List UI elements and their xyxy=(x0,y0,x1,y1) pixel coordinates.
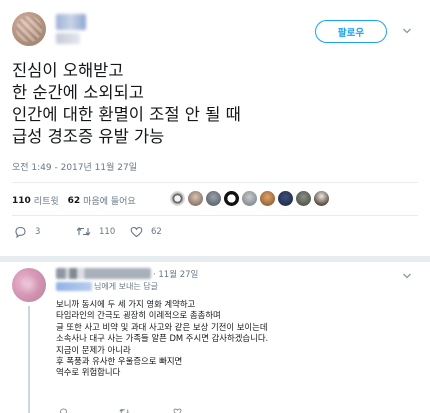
avatar[interactable] xyxy=(260,191,275,206)
retweet-count: 110 xyxy=(99,226,116,237)
retweet-icon xyxy=(76,227,91,236)
heart-icon[interactable] xyxy=(172,408,183,413)
handle-blurred[interactable] xyxy=(56,33,80,44)
divider xyxy=(12,215,418,216)
chevron-down-icon[interactable] xyxy=(402,271,412,281)
tweet-text: 진심이 오해받고 한 순간에 소외되고 인간에 대한 환멸이 조절 안 될 때 … xyxy=(12,60,412,148)
reply-line: 보니까 동시에 두 세 가지 영화 계약하고 xyxy=(56,299,196,309)
reply-line: 글 또한 사고 비약 및 과대 사고와 같은 보상 기전이 보이는데 xyxy=(56,321,268,332)
like-action[interactable]: 62 xyxy=(130,226,162,238)
reply-date[interactable]: · 11월 27일 xyxy=(153,268,198,280)
tweet-actions: 3 110 62 xyxy=(12,226,192,242)
liker-avatars xyxy=(170,191,332,206)
avatar[interactable] xyxy=(296,191,311,206)
main-tweet: 팔로우 진심이 오해받고 한 순간에 소외되고 인간에 대한 환멸이 조절 안 … xyxy=(0,0,430,256)
reply-icon xyxy=(15,226,26,238)
display-name-blurred[interactable] xyxy=(56,14,86,30)
likes-count[interactable]: 62 xyxy=(68,196,81,206)
reply-actions xyxy=(56,408,256,413)
retweets-label[interactable]: 리트윗 xyxy=(34,194,59,207)
tweet-line: 한 순간에 소외되고 xyxy=(12,83,144,102)
avatar[interactable] xyxy=(12,268,46,302)
heart-icon xyxy=(130,226,143,238)
reply-line: 타임라인의 간극도 굉장히 이례적으로 촘촘하며 xyxy=(56,310,221,321)
avatar[interactable] xyxy=(12,12,46,46)
tweet-line: 인간에 대한 환멸이 조절 안 될 때 xyxy=(12,105,241,124)
reply-count: 3 xyxy=(35,227,41,237)
avatar[interactable] xyxy=(278,191,293,206)
follow-button[interactable]: 팔로우 xyxy=(315,20,387,43)
avatar[interactable] xyxy=(314,191,329,206)
tweet-stats: 110 리트윗 62 마음에 들어요 xyxy=(12,194,136,208)
avatar[interactable] xyxy=(188,191,203,206)
reply-icon[interactable] xyxy=(58,408,69,413)
tweet-timestamp[interactable]: 오전 1:49 - 2017년 11월 27일 xyxy=(12,160,137,173)
replying-to: 님에게 보내는 답글 xyxy=(56,281,158,292)
retweet-icon[interactable] xyxy=(118,408,131,413)
replied-handle-blurred[interactable] xyxy=(56,282,92,291)
like-count: 62 xyxy=(151,227,162,237)
divider xyxy=(12,182,418,183)
tweet-line: 진심이 오해받고 xyxy=(12,61,124,80)
avatar[interactable] xyxy=(242,191,257,206)
avatar[interactable] xyxy=(170,191,185,206)
tweet-line: 급성 경조증 유발 가능 xyxy=(12,127,165,146)
avatar[interactable] xyxy=(224,191,239,206)
thread-line xyxy=(28,306,30,413)
display-name-blurred[interactable] xyxy=(56,268,151,279)
reply-line: 지금이 문제가 아니라 xyxy=(56,344,131,355)
avatar[interactable] xyxy=(206,191,221,206)
likes-label[interactable]: 마음에 들어요 xyxy=(83,194,136,207)
reply-line: 후 폭풍과 유사한 우울증으로 빠지면 xyxy=(56,356,183,367)
reply-text: 보니까 동시에 두 세 가지 영화 계약하고 타임라인의 간극도 굉장히 이례적… xyxy=(56,299,416,379)
retweet-action[interactable]: 110 xyxy=(76,226,115,237)
retweets-count[interactable]: 110 xyxy=(12,196,31,206)
replying-to-label: 님에게 보내는 답글 xyxy=(94,282,158,291)
chevron-down-icon[interactable] xyxy=(402,26,412,36)
reply-line: 역수로 위험합니다 xyxy=(56,367,121,378)
reply-action[interactable]: 3 xyxy=(14,226,40,238)
reply-line: 소속사나 대구 사는 가족들 알픈 DM 주시면 감사하겠습니다. xyxy=(56,333,269,344)
reply-tweet: · 11월 27일 님에게 보내는 답글 보니까 동시에 두 세 가지 영화 계… xyxy=(0,262,430,413)
